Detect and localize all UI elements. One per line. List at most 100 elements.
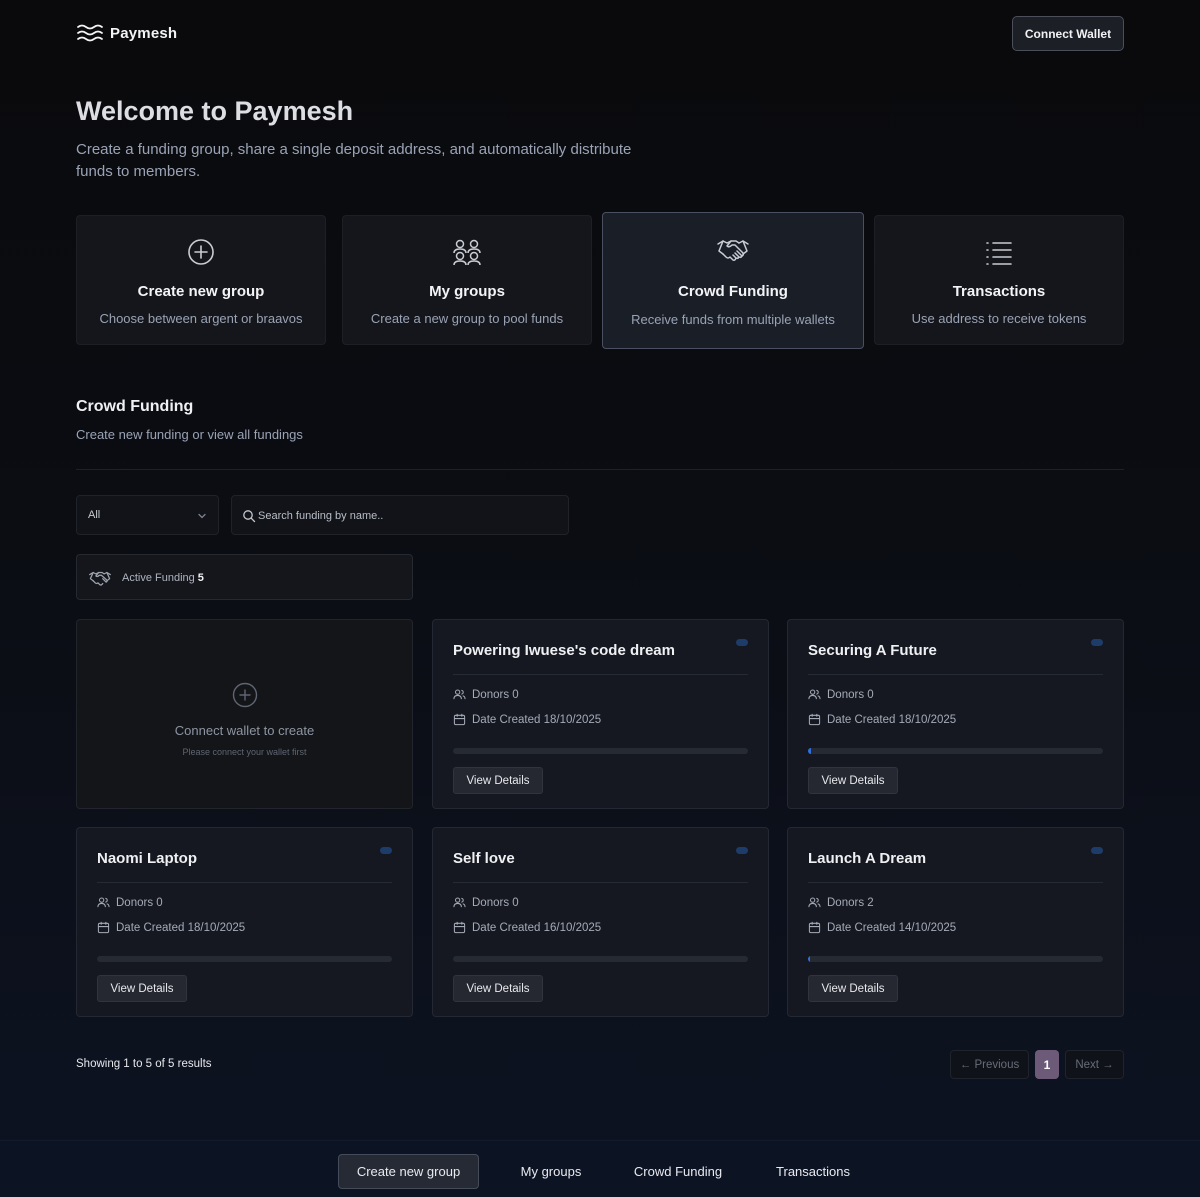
users-icon [453, 897, 466, 908]
date-created: Date Created 18/10/2025 [472, 713, 602, 726]
funding-title: Launch A Dream [808, 850, 927, 867]
view-details-button[interactable]: View Details [97, 975, 187, 1002]
logo-text: Paymesh [110, 24, 178, 42]
feature-subtitle: Choose between argent or braavos [99, 311, 303, 326]
handshake-icon [717, 240, 749, 261]
feature-card-create-group[interactable]: Create new group Choose between argent o… [76, 215, 326, 345]
calendar-icon [808, 921, 821, 934]
card-divider [453, 882, 748, 883]
donors-count: Donors 0 [116, 896, 163, 909]
date-created: Date Created 16/10/2025 [472, 921, 602, 934]
feature-title: Create new group [137, 283, 265, 300]
funding-progress-bar [453, 748, 748, 754]
users-icon [808, 897, 821, 908]
page-1-button[interactable]: 1 [1035, 1050, 1059, 1079]
feature-subtitle: Receive funds from multiple wallets [631, 312, 835, 327]
divider [76, 469, 1124, 470]
status-filter-select[interactable]: All [76, 495, 219, 535]
feature-title: My groups [429, 283, 505, 300]
donors-row: Donors 0 [97, 896, 163, 909]
search-icon [243, 510, 256, 523]
view-details-button[interactable]: View Details [453, 767, 543, 794]
feature-card-transactions[interactable]: Transactions Use address to receive toke… [874, 215, 1124, 345]
users-icon [453, 689, 466, 700]
date-row: Date Created 14/10/2025 [808, 921, 956, 934]
status-dot [1091, 847, 1103, 854]
previous-page-button[interactable]: ← Previous [950, 1050, 1029, 1079]
date-created: Date Created 14/10/2025 [827, 921, 957, 934]
bottom-nav-transactions[interactable]: Transactions [762, 1154, 864, 1189]
view-details-button[interactable]: View Details [808, 975, 898, 1002]
active-funding-label: Active Funding 5 [122, 572, 204, 584]
progress-fill [808, 956, 810, 962]
calendar-icon [453, 921, 466, 934]
funding-card: Naomi Laptop Donors 0 Date Created 18/10… [76, 827, 413, 1017]
bottom-nav-crowd-funding[interactable]: Crowd Funding [622, 1154, 734, 1189]
card-divider [453, 674, 748, 675]
search-field[interactable] [231, 495, 569, 535]
bottom-nav: Create new group My groups Crowd Funding… [0, 1140, 1200, 1197]
date-row: Date Created 18/10/2025 [453, 713, 601, 726]
calendar-icon [453, 713, 466, 726]
create-card-subtitle: Please connect your wallet first [182, 747, 307, 757]
funding-card: Powering Iwuese's code dream Donors 0 Da… [432, 619, 769, 809]
donors-row: Donors 2 [808, 896, 874, 909]
status-dot [736, 639, 748, 646]
active-funding-text: Active Funding [122, 572, 195, 584]
donors-row: Donors 0 [453, 688, 519, 701]
users-icon [97, 897, 110, 908]
feature-title: Crowd Funding [678, 283, 788, 300]
date-created: Date Created 18/10/2025 [116, 921, 246, 934]
status-filter-value: All [88, 509, 101, 521]
top-bar: Paymesh Connect Wallet [0, 0, 1200, 68]
feature-card-crowd-funding[interactable]: Crowd Funding Receive funds from multipl… [602, 212, 864, 349]
funding-card: Self love Donors 0 Date Created 16/10/20… [432, 827, 769, 1017]
status-dot [1091, 639, 1103, 646]
date-row: Date Created 16/10/2025 [453, 921, 601, 934]
bottom-nav-my-groups[interactable]: My groups [506, 1154, 596, 1189]
card-divider [97, 882, 392, 883]
funding-title: Powering Iwuese's code dream [453, 642, 675, 659]
create-funding-card[interactable]: Connect wallet to create Please connect … [76, 619, 413, 809]
calendar-icon [97, 921, 110, 934]
logo[interactable]: Paymesh [76, 22, 177, 44]
status-dot [380, 847, 392, 854]
donors-row: Donors 0 [808, 688, 874, 701]
view-details-button[interactable]: View Details [808, 767, 898, 794]
page-title: Welcome to Paymesh [76, 96, 354, 126]
chevron-down-icon [198, 513, 206, 519]
search-input[interactable] [258, 506, 558, 526]
bottom-nav-create-group[interactable]: Create new group [338, 1154, 479, 1189]
section-subtitle: Create new funding or view all fundings [76, 427, 303, 442]
date-created: Date Created 18/10/2025 [827, 713, 957, 726]
active-funding-count: 5 [197, 572, 204, 584]
funding-card: Securing A Future Donors 0 Date Created … [787, 619, 1124, 809]
users-group-icon [453, 239, 481, 266]
handshake-icon [89, 571, 111, 586]
users-icon [808, 689, 821, 700]
feature-card-my-groups[interactable]: My groups Create a new group to pool fun… [342, 215, 592, 345]
donors-row: Donors 0 [453, 896, 519, 909]
funding-title: Securing A Future [808, 642, 937, 659]
funding-title: Naomi Laptop [97, 850, 197, 867]
calendar-icon [808, 713, 821, 726]
funding-title: Self love [453, 850, 515, 867]
donors-count: Donors 0 [472, 896, 519, 909]
plus-circle-icon [188, 239, 214, 265]
funding-progress-bar [808, 748, 1103, 754]
funding-progress-bar [97, 956, 392, 962]
next-page-button[interactable]: Next → [1065, 1050, 1124, 1079]
funding-progress-bar [808, 956, 1103, 962]
status-dot [736, 847, 748, 854]
feature-title: Transactions [952, 283, 1046, 300]
results-summary: Showing 1 to 5 of 5 results [76, 1058, 212, 1070]
connect-wallet-button[interactable]: Connect Wallet [1012, 16, 1124, 51]
donors-count: Donors 0 [827, 688, 874, 701]
progress-fill [808, 748, 811, 754]
waves-icon [77, 24, 103, 42]
date-row: Date Created 18/10/2025 [97, 921, 245, 934]
view-details-button[interactable]: View Details [453, 975, 543, 1002]
card-divider [808, 674, 1103, 675]
page-subtitle: Create a funding group, share a single d… [76, 141, 632, 180]
funding-progress-bar [453, 956, 748, 962]
